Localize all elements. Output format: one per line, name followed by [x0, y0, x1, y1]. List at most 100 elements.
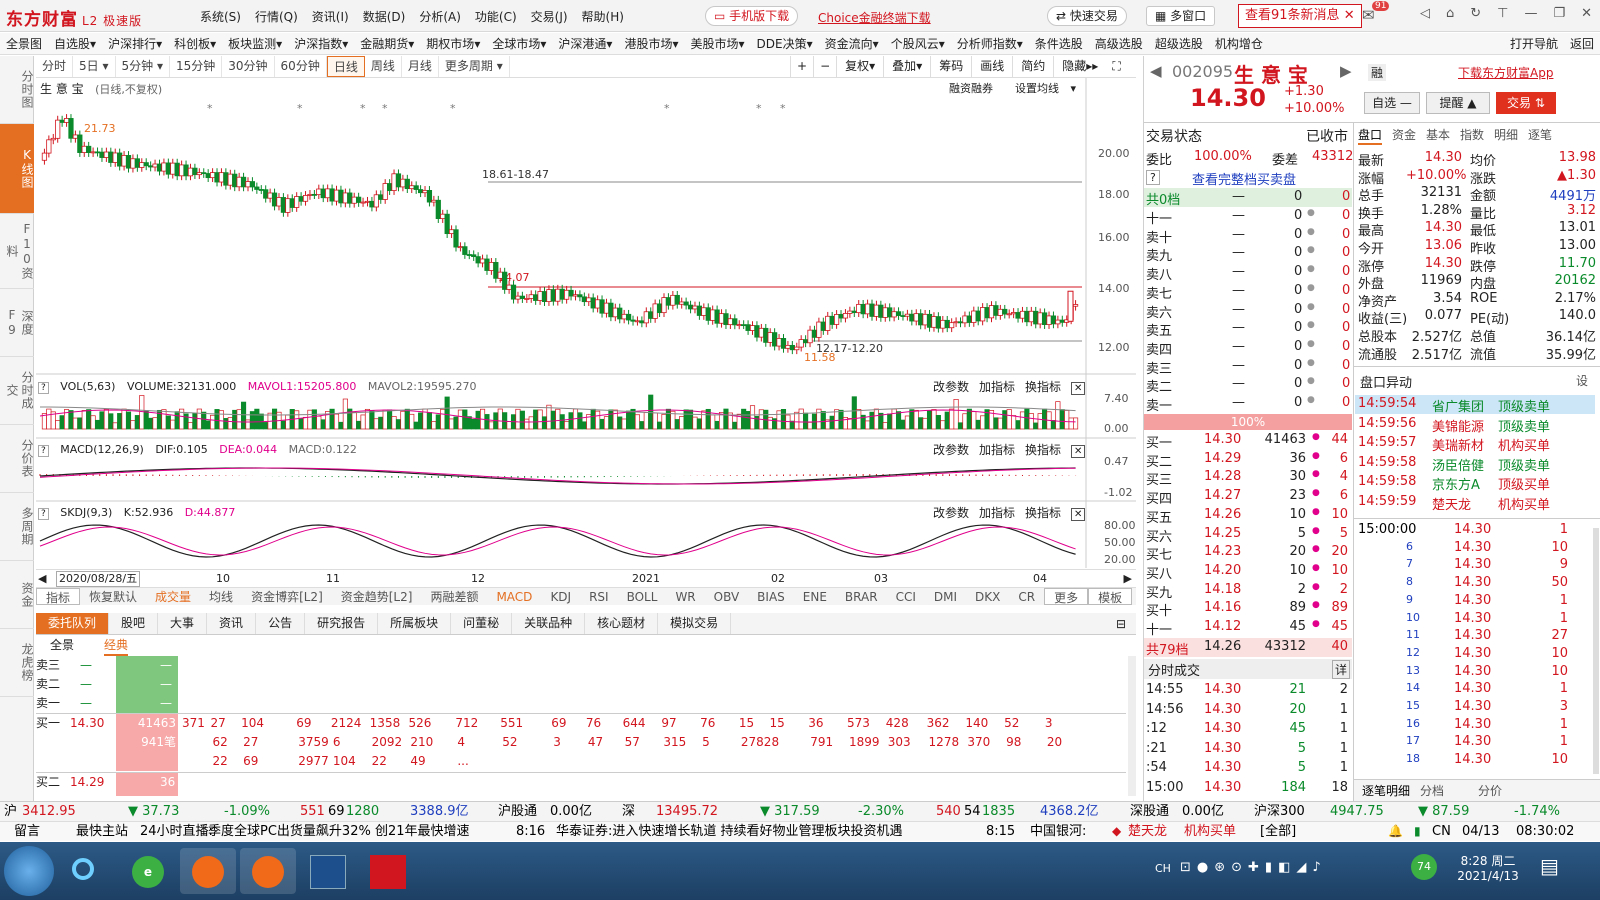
- stat-tab-2[interactable]: 基本: [1426, 126, 1450, 143]
- back-icon[interactable]: ◁: [1420, 6, 1430, 21]
- anomaly-stock[interactable]: 汤臣倍健: [1432, 455, 1484, 474]
- eastmoney-app-icon-2[interactable]: [240, 848, 296, 894]
- ticker-live[interactable]: 24小时直播:: [140, 822, 213, 841]
- choice-download-link[interactable]: Choice金融终端下载: [818, 9, 931, 26]
- panel-action-0[interactable]: 改参数: [933, 443, 969, 457]
- indicator-tab-18[interactable]: DKX: [966, 588, 1009, 605]
- chart-tool-0[interactable]: 复权▾: [836, 56, 883, 78]
- chart-tool-2[interactable]: 筹码: [930, 56, 971, 78]
- indicator-tab-13[interactable]: BIAS: [748, 588, 794, 605]
- sidebar-tab-7[interactable]: 资金: [0, 561, 34, 629]
- anomaly-stock[interactable]: 美锦能源: [1432, 416, 1484, 435]
- sub-tab-classic[interactable]: 经典: [104, 636, 129, 656]
- prev-stock-icon[interactable]: ◀: [1150, 62, 1162, 80]
- refresh-icon[interactable]: ↻: [1470, 6, 1481, 21]
- indicator-tab-15[interactable]: BRAR: [836, 588, 887, 605]
- panel-action-2[interactable]: 换指标: [1025, 506, 1061, 520]
- bottom-tab-1[interactable]: 股吧: [109, 613, 159, 634]
- indicator-tab-12[interactable]: OBV: [705, 588, 749, 605]
- quick-trade-button[interactable]: ⇄ 快速交易: [1047, 6, 1127, 26]
- indicator-tab-16[interactable]: CCI: [887, 588, 925, 605]
- nav-item-2[interactable]: 沪深排行▾: [102, 33, 168, 54]
- help-icon[interactable]: ?: [38, 382, 49, 394]
- eastmoney-app-icon[interactable]: [180, 848, 236, 894]
- nav-item-7[interactable]: 期权市场▾: [420, 33, 486, 54]
- indicator-tab-9[interactable]: RSI: [580, 588, 618, 605]
- nav-item-19[interactable]: 机构增仓: [1209, 33, 1269, 54]
- ticker-main[interactable]: 最快主站: [76, 822, 128, 841]
- zoom-in-icon[interactable]: +: [790, 56, 813, 78]
- nav-item-12[interactable]: DDE决策▾: [751, 33, 819, 54]
- indicator-tab-1[interactable]: 恢复默认: [80, 588, 146, 605]
- chart-tool-5[interactable]: 隐藏▸▸: [1053, 56, 1106, 78]
- close-panel-icon[interactable]: ✕: [1071, 382, 1086, 395]
- tray-icons[interactable]: ⊡●⊛⊙✚▮◧◢♪: [1180, 860, 1327, 875]
- sub-tab-overview[interactable]: 全景: [50, 636, 74, 654]
- news-alert-button[interactable]: 查看91条新消息 ✕: [1238, 4, 1362, 28]
- period-5[interactable]: 60分钟: [275, 56, 327, 77]
- panel-action-2[interactable]: 换指标: [1025, 380, 1061, 394]
- indicator-tab-14[interactable]: ENE: [794, 588, 836, 605]
- home-icon[interactable]: ⌂: [1446, 6, 1454, 21]
- menu-item-3[interactable]: 数据(D): [363, 8, 406, 25]
- panel-toggle-icon[interactable]: ⊟: [1116, 617, 1126, 631]
- indicator-tab-17[interactable]: DMI: [925, 588, 966, 605]
- cmschina-app-icon[interactable]: [360, 848, 416, 894]
- menu-item-7[interactable]: 帮助(H): [582, 8, 624, 25]
- bottom-tab-3[interactable]: 资讯: [207, 613, 257, 634]
- panel-action-1[interactable]: 加指标: [979, 380, 1015, 394]
- anomaly-stock[interactable]: 省广集团: [1432, 396, 1484, 415]
- indicator-tab-0[interactable]: 指标: [36, 588, 81, 605]
- chart-tool-3[interactable]: 画线: [971, 56, 1012, 78]
- menu-item-1[interactable]: 行情(Q): [255, 8, 298, 25]
- anomaly-stock[interactable]: 楚天龙: [1432, 494, 1471, 513]
- anomaly-stock[interactable]: 美瑞新材: [1432, 435, 1484, 454]
- shirt-icon[interactable]: ⊤: [1497, 6, 1508, 21]
- nav-item-8[interactable]: 全球市场▾: [486, 33, 552, 54]
- download-app-link[interactable]: 下载东方财富App: [1458, 64, 1553, 81]
- stat-tab-5[interactable]: 逐笔: [1528, 126, 1552, 143]
- view-full-book-link[interactable]: 查看完整档买卖盘: [1192, 169, 1296, 188]
- sidebar-tab-5[interactable]: 分价表: [0, 425, 34, 493]
- menu-item-5[interactable]: 功能(C): [475, 8, 517, 25]
- panel-action-1[interactable]: 加指标: [979, 506, 1015, 520]
- period-4[interactable]: 30分钟: [222, 56, 275, 77]
- security-tray-icon[interactable]: 74: [1411, 854, 1437, 880]
- restore-icon[interactable]: ❐: [1553, 6, 1565, 21]
- clock[interactable]: 8:28 周二 2021/4/13: [1448, 852, 1528, 883]
- ticker-msg[interactable]: 留言: [14, 822, 40, 841]
- help-icon[interactable]: ?: [1146, 170, 1160, 185]
- nav-item-18[interactable]: 超级选股: [1149, 33, 1209, 54]
- nav-item-16[interactable]: 条件选股: [1029, 33, 1089, 54]
- nav-item-4[interactable]: 板块监测▾: [222, 33, 288, 54]
- ticker-n2[interactable]: 华泰证券:进入快速增长轨道 持续看好物业管理板块投资机遇: [556, 822, 903, 841]
- anomaly-stock[interactable]: 京东方A: [1432, 474, 1480, 493]
- close-panel-icon[interactable]: ✕: [1071, 508, 1086, 521]
- indicator-tab-21[interactable]: 模板: [1088, 588, 1133, 605]
- scroll-left-icon[interactable]: ◀: [38, 570, 46, 587]
- nav-item-11[interactable]: 美股市场▾: [684, 33, 750, 54]
- bottom-tab-0[interactable]: 委托队列: [36, 613, 110, 634]
- scrollbar[interactable]: [1593, 528, 1599, 774]
- stat-tab-3[interactable]: 指数: [1460, 126, 1484, 143]
- ticker-all[interactable]: [全部]: [1260, 822, 1296, 841]
- nav-item-14[interactable]: 个股风云▾: [885, 33, 951, 54]
- sidebar-tab-3[interactable]: 深度F9: [0, 289, 34, 357]
- help-icon[interactable]: ?: [38, 445, 49, 457]
- anomaly-settings-button[interactable]: 设: [1576, 372, 1588, 389]
- panel-action-0[interactable]: 改参数: [933, 380, 969, 394]
- detail-tab-0[interactable]: 逐笔明细: [1362, 782, 1410, 799]
- detail-tab-1[interactable]: 分档: [1420, 782, 1444, 799]
- nav-item-9[interactable]: 沪深港通▾: [552, 33, 618, 54]
- close-panel-icon[interactable]: ✕: [1071, 445, 1086, 458]
- indicator-tab-11[interactable]: WR: [666, 588, 704, 605]
- sidebar-tab-6[interactable]: 多周期: [0, 493, 34, 561]
- period-6[interactable]: 日线: [326, 56, 365, 77]
- detail-tab-2[interactable]: 分价: [1478, 782, 1502, 799]
- start-button[interactable]: [4, 846, 54, 896]
- menu-item-0[interactable]: 系统(S): [200, 8, 241, 25]
- nav-item-10[interactable]: 港股市场▾: [618, 33, 684, 54]
- indicator-tab-10[interactable]: BOLL: [618, 588, 667, 605]
- indicator-tab-19[interactable]: CR: [1009, 588, 1044, 605]
- menu-item-6[interactable]: 交易(J): [531, 8, 568, 25]
